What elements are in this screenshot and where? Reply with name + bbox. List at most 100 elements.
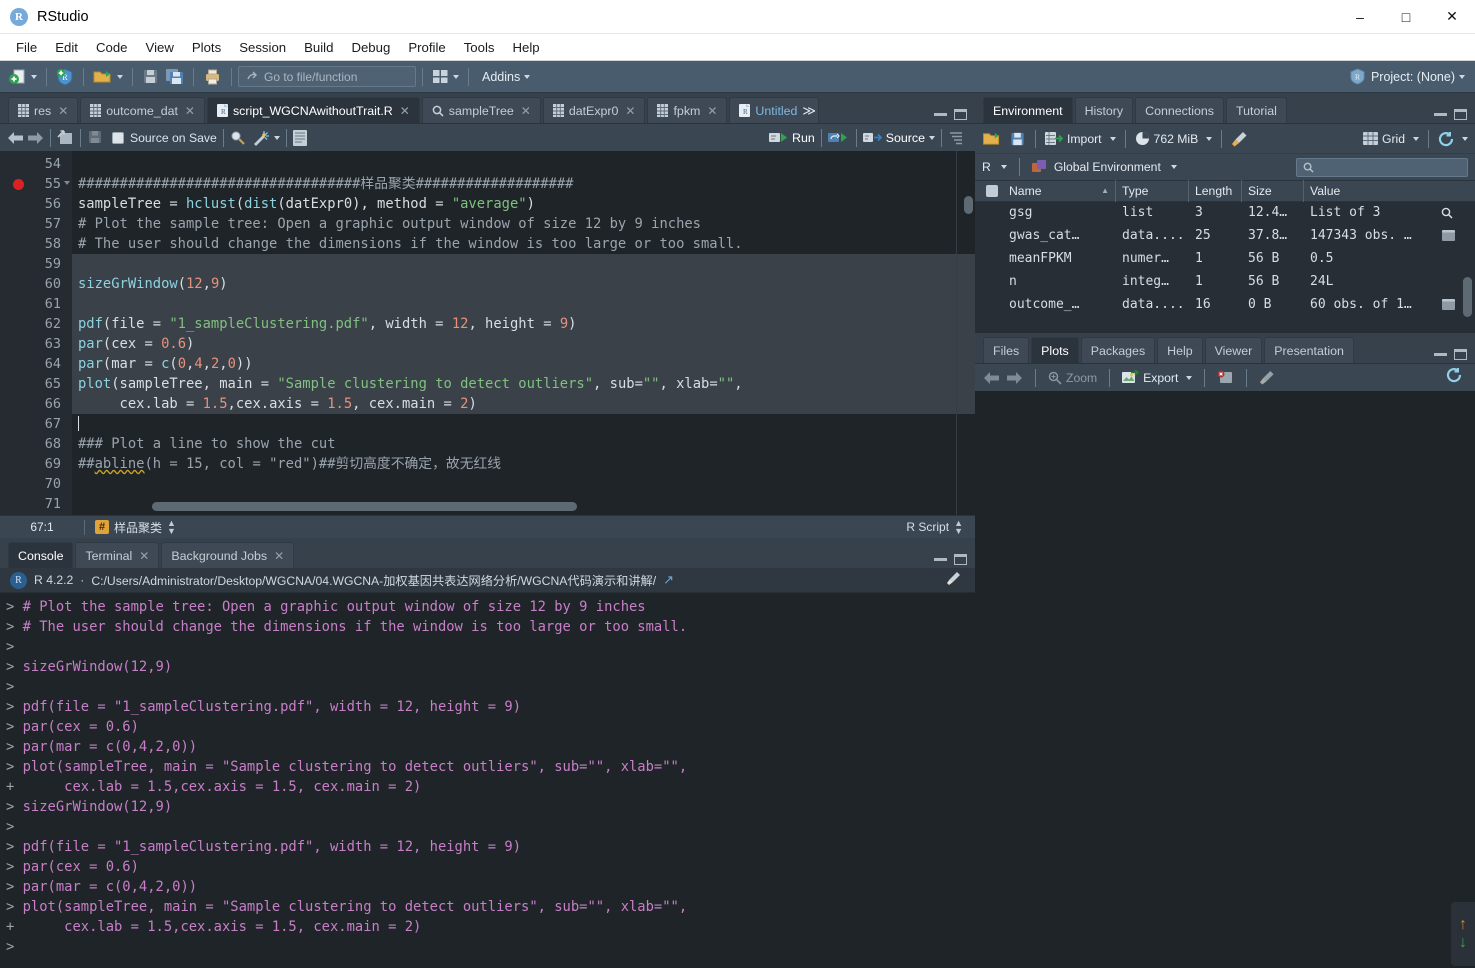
pane-layout-caret[interactable]: [453, 74, 459, 79]
close-button[interactable]: ✕: [1429, 0, 1475, 34]
clear-plots-broom-icon[interactable]: [1259, 370, 1275, 385]
menu-code[interactable]: Code: [87, 38, 137, 57]
editor-horizontal-scrollbar[interactable]: [152, 502, 577, 511]
run-button[interactable]: Run: [769, 130, 815, 145]
import-dataset-button[interactable]: Import: [1045, 131, 1116, 146]
source-tab-fpkm[interactable]: fpkm ✕: [647, 97, 728, 123]
refresh-plots-icon[interactable]: [1446, 367, 1463, 383]
menu-edit[interactable]: Edit: [46, 38, 87, 57]
previous-plot-icon[interactable]: [983, 371, 1000, 385]
menu-profile[interactable]: Profile: [399, 38, 454, 57]
cursor-position[interactable]: 67:1: [0, 520, 84, 534]
environment-caret[interactable]: [1170, 165, 1177, 169]
environment-selector[interactable]: Global Environment: [1054, 160, 1161, 174]
view-dataframe-icon[interactable]: [1442, 299, 1455, 310]
environment-search-input[interactable]: [1296, 157, 1468, 177]
new-file-caret[interactable]: [31, 74, 37, 79]
tab-close-icon[interactable]: ✕: [521, 104, 531, 118]
import-caret[interactable]: [1109, 136, 1116, 141]
plots-maximize-icon[interactable]: [1454, 349, 1467, 360]
menu-session[interactable]: Session: [230, 38, 295, 57]
open-file-button[interactable]: [90, 65, 126, 89]
tab-close-icon[interactable]: ✕: [185, 104, 195, 118]
save-workspace-icon[interactable]: [1009, 131, 1026, 147]
tab-connections[interactable]: Connections: [1135, 97, 1225, 123]
source-tab-datexpr0[interactable]: datExpr0 ✕: [542, 97, 646, 123]
menu-view[interactable]: View: [137, 38, 183, 57]
refresh-caret[interactable]: [1462, 136, 1468, 141]
console-body[interactable]: R R 4.2.2 · C:/Users/Administrator/Deskt…: [0, 568, 975, 968]
tab-close-icon[interactable]: ✕: [274, 549, 284, 563]
memory-usage-button[interactable]: 762 MiB: [1135, 131, 1213, 146]
console-minimize-icon[interactable]: [934, 558, 947, 561]
tab-viewer[interactable]: Viewer: [1204, 337, 1263, 363]
table-row[interactable]: gsg list 3 12.4… List of 3: [975, 202, 1475, 224]
column-header-value[interactable]: Value: [1304, 180, 1475, 202]
environment-minimize-icon[interactable]: [1434, 113, 1447, 116]
open-folder-arrow-icon[interactable]: ↗: [663, 572, 674, 588]
tab-packages[interactable]: Packages: [1080, 337, 1156, 363]
tab-files[interactable]: Files: [983, 337, 1030, 363]
editor-gutter[interactable]: 54 55 56 57 58 59 60 61 62 63 64 65 66 6…: [0, 151, 72, 515]
minimize-button[interactable]: –: [1337, 0, 1383, 34]
table-row[interactable]: gwas_cat… data.... 25 37.8… 147343 obs. …: [975, 224, 1475, 247]
tab-plots[interactable]: Plots: [1031, 337, 1079, 363]
zoom-plot-button[interactable]: Zoom: [1048, 371, 1097, 385]
maximize-button[interactable]: □: [1383, 0, 1429, 34]
load-workspace-icon[interactable]: [982, 130, 1002, 147]
project-menu[interactable]: R Project: (None): [1349, 68, 1469, 85]
source-caret[interactable]: [929, 135, 935, 140]
source-button[interactable]: Source: [862, 130, 935, 145]
menu-debug[interactable]: Debug: [342, 38, 399, 57]
file-type-updown-icon[interactable]: ▲ ▼: [954, 519, 963, 536]
open-file-caret[interactable]: [117, 74, 123, 79]
goto-file-function-input[interactable]: Go to file/function: [238, 66, 416, 87]
console-prompt-line[interactable]: >: [6, 937, 975, 957]
refresh-icon[interactable]: [1438, 131, 1455, 147]
export-caret[interactable]: [1186, 375, 1193, 380]
scroll-up-icon[interactable]: ↑: [1459, 917, 1467, 933]
console-output[interactable]: > # Plot the sample tree: Open a graphic…: [0, 593, 975, 968]
column-header-type[interactable]: Type: [1116, 180, 1189, 202]
source-tab-script-wgcnawithouttrait[interactable]: R script_WGCNAwithoutTrait.R ✕: [206, 97, 420, 123]
fold-arrow-icon[interactable]: [64, 181, 70, 185]
environment-scrollbar[interactable]: [1463, 277, 1472, 317]
tab-background-jobs[interactable]: Background Jobs ✕: [161, 542, 295, 568]
tab-close-icon[interactable]: ✕: [707, 104, 717, 118]
plots-minimize-icon[interactable]: [1434, 353, 1447, 356]
project-caret[interactable]: [1459, 74, 1465, 79]
export-plot-button[interactable]: Export: [1122, 370, 1193, 385]
environment-table-body[interactable]: fpkm data.... 25 777 ... 5000 obs. of ..…: [975, 202, 1475, 333]
menu-file[interactable]: File: [7, 38, 46, 57]
language-selector[interactable]: R: [982, 160, 991, 174]
source-maximize-icon[interactable]: [954, 109, 967, 120]
chunk-updown-icon[interactable]: ▲ ▼: [167, 519, 176, 536]
source-tab-res[interactable]: res ✕: [8, 97, 79, 123]
addins-caret[interactable]: [524, 74, 531, 79]
environment-view-selector[interactable]: Grid: [1362, 132, 1419, 146]
tab-terminal[interactable]: Terminal ✕: [75, 542, 160, 568]
column-header-size[interactable]: Size: [1242, 180, 1304, 202]
select-all-checkbox[interactable]: [986, 185, 998, 197]
tab-close-icon[interactable]: ✕: [58, 104, 68, 118]
print-button[interactable]: [200, 65, 225, 89]
editor-text-area[interactable]: ##################################样品聚类##…: [72, 151, 975, 515]
editor-vertical-scrollbar[interactable]: [964, 196, 973, 214]
chunk-selector[interactable]: # 样品聚类 ▲ ▼: [85, 519, 176, 536]
tab-help[interactable]: Help: [1157, 337, 1203, 363]
pane-layout-button[interactable]: [429, 65, 462, 89]
tab-tutorial[interactable]: Tutorial: [1226, 97, 1287, 123]
inspect-search-icon[interactable]: [1441, 207, 1453, 219]
source-tab-untitled[interactable]: R Untitled ≫: [729, 97, 820, 123]
source-on-save-checkbox[interactable]: [112, 131, 124, 144]
next-plot-icon[interactable]: [1006, 371, 1023, 385]
tab-presentation[interactable]: Presentation: [1264, 337, 1354, 363]
memory-caret[interactable]: [1206, 136, 1213, 141]
source-tab-outcome-dat[interactable]: outcome_dat ✕: [80, 97, 205, 123]
remove-plot-icon[interactable]: [1217, 370, 1234, 385]
gutter-line-breakpoint[interactable]: 55: [0, 174, 72, 194]
menu-tools[interactable]: Tools: [455, 38, 504, 57]
column-header-length[interactable]: Length: [1189, 180, 1242, 202]
file-type-selector[interactable]: R Script ▲ ▼: [906, 519, 975, 536]
menu-build[interactable]: Build: [295, 38, 342, 57]
